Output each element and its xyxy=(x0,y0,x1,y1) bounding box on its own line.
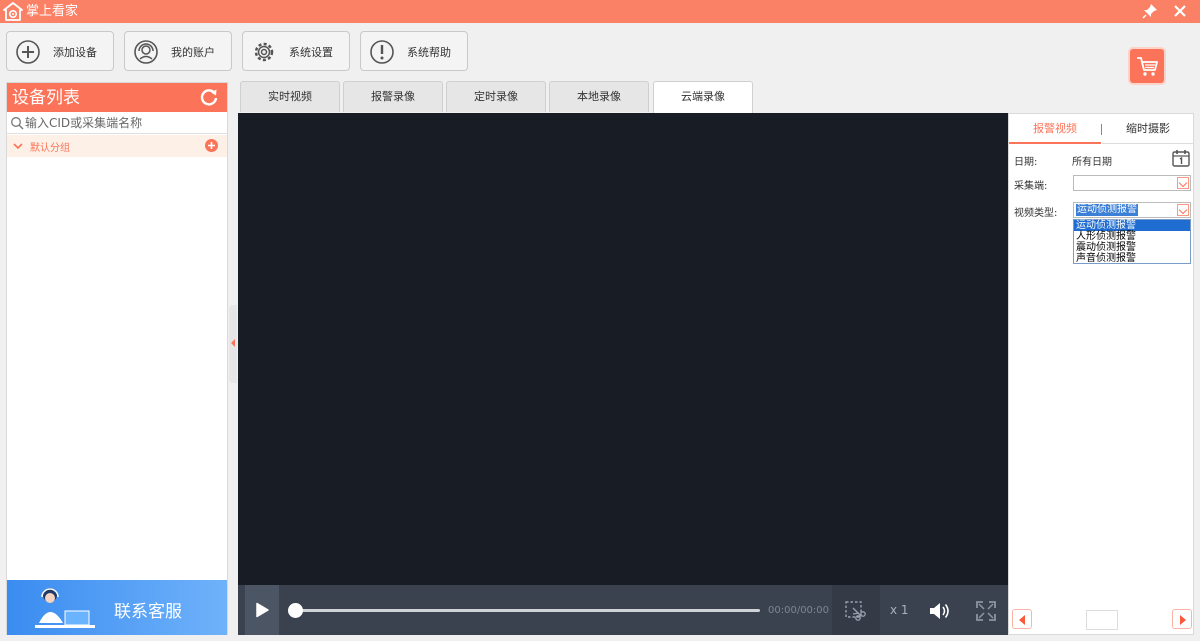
clip-scissors-icon[interactable] xyxy=(844,600,866,622)
video-type-selected: 运动侦测报警 xyxy=(1076,204,1138,216)
page-indicator xyxy=(1086,610,1118,630)
tab-time-lapse[interactable]: 缩时摄影 xyxy=(1102,114,1194,144)
collapse-arrow-icon xyxy=(231,339,235,347)
customer-service-label: 联系客服 xyxy=(114,602,182,622)
progress-track[interactable] xyxy=(290,609,760,612)
close-icon[interactable] xyxy=(1172,3,1188,19)
search-icon xyxy=(11,117,24,130)
system-settings-button[interactable]: 系统设置 xyxy=(242,31,350,71)
add-device-button[interactable]: 添加设备 xyxy=(6,31,114,71)
shopping-cart-icon xyxy=(1137,57,1158,76)
exclamation-circle-icon xyxy=(370,40,394,64)
video-type-option[interactable]: 人形侦测报警 xyxy=(1074,231,1190,242)
calendar-icon[interactable] xyxy=(1171,148,1191,168)
device-list-header: 设备列表 xyxy=(7,83,227,112)
playback-speed[interactable]: x 1 xyxy=(890,603,909,617)
my-account-button[interactable]: 我的账户 xyxy=(124,31,232,71)
chevron-down-icon[interactable] xyxy=(1177,204,1189,216)
customer-service-banner[interactable]: 联系客服 xyxy=(7,580,227,635)
video-type-option[interactable]: 声音侦测报警 xyxy=(1074,253,1190,264)
customer-agent-illustration xyxy=(35,588,95,628)
tab-alarm-video[interactable]: 报警视频 xyxy=(1009,114,1101,144)
default-group-row[interactable]: 默认分组 xyxy=(7,135,227,157)
app-title: 掌上看家 xyxy=(26,4,79,19)
title-bar: 掌上看家 xyxy=(0,0,1200,23)
device-search-input[interactable] xyxy=(25,114,223,132)
tab-live-video[interactable]: 实时视频 xyxy=(240,81,340,112)
player-controls: 00:00/00:00 x 1 xyxy=(238,585,1008,635)
house-camera-icon xyxy=(3,2,23,21)
video-type-select[interactable]: 运动侦测报警 xyxy=(1073,202,1191,218)
my-account-label: 我的账户 xyxy=(171,46,215,59)
video-type-label: 视频类型: xyxy=(1014,208,1058,219)
add-device-label: 添加设备 xyxy=(53,46,97,59)
next-page-button[interactable] xyxy=(1172,609,1192,629)
default-group-label: 默认分组 xyxy=(30,143,70,154)
playback-time: 00:00/00:00 xyxy=(768,605,830,616)
device-list-title: 设备列表 xyxy=(12,88,80,108)
system-settings-label: 系统设置 xyxy=(289,46,333,59)
plus-circle-icon xyxy=(16,40,40,64)
previous-page-button[interactable] xyxy=(1012,609,1032,629)
play-icon xyxy=(256,602,269,618)
device-search xyxy=(7,112,227,134)
fullscreen-icon[interactable] xyxy=(975,600,997,622)
progress-knob[interactable] xyxy=(288,603,303,618)
recording-filter-panel: 报警视频 缩时摄影 日期: 所有日期 采集端: 视频类型: 运动侦测报警 运动侦… xyxy=(1008,113,1194,635)
chevron-down-icon[interactable] xyxy=(1177,177,1189,189)
video-type-option[interactable]: 震动侦测报警 xyxy=(1074,242,1190,253)
tab-local-recording[interactable]: 本地录像 xyxy=(549,81,649,112)
play-button[interactable] xyxy=(245,585,279,635)
video-display[interactable] xyxy=(238,113,1008,585)
gear-icon xyxy=(254,42,274,62)
shop-button[interactable] xyxy=(1128,47,1166,85)
pin-icon[interactable] xyxy=(1142,3,1158,19)
system-help-label: 系统帮助 xyxy=(407,46,451,59)
tab-alarm-recording[interactable]: 报警录像 xyxy=(343,81,443,112)
headset-user-icon xyxy=(134,40,158,64)
date-value: 所有日期 xyxy=(1072,157,1112,168)
video-type-option[interactable]: 运动侦测报警 xyxy=(1074,220,1190,231)
chevron-down-icon xyxy=(13,143,23,150)
panel-collapse-handle[interactable] xyxy=(229,305,237,383)
collector-label: 采集端: xyxy=(1014,181,1048,192)
refresh-icon[interactable] xyxy=(199,87,219,107)
date-label: 日期: xyxy=(1014,157,1038,168)
video-type-dropdown: 运动侦测报警 人形侦测报警 震动侦测报警 声音侦测报警 xyxy=(1073,219,1191,264)
device-panel: 设备列表 默认分组 联系客服 xyxy=(6,82,228,635)
volume-icon[interactable] xyxy=(928,600,952,622)
collector-select[interactable] xyxy=(1073,175,1191,191)
system-help-button[interactable]: 系统帮助 xyxy=(360,31,468,71)
tab-cloud-recording[interactable]: 云端录像 xyxy=(653,81,753,113)
tab-scheduled-recording[interactable]: 定时录像 xyxy=(446,81,546,112)
add-group-icon[interactable] xyxy=(205,139,218,152)
